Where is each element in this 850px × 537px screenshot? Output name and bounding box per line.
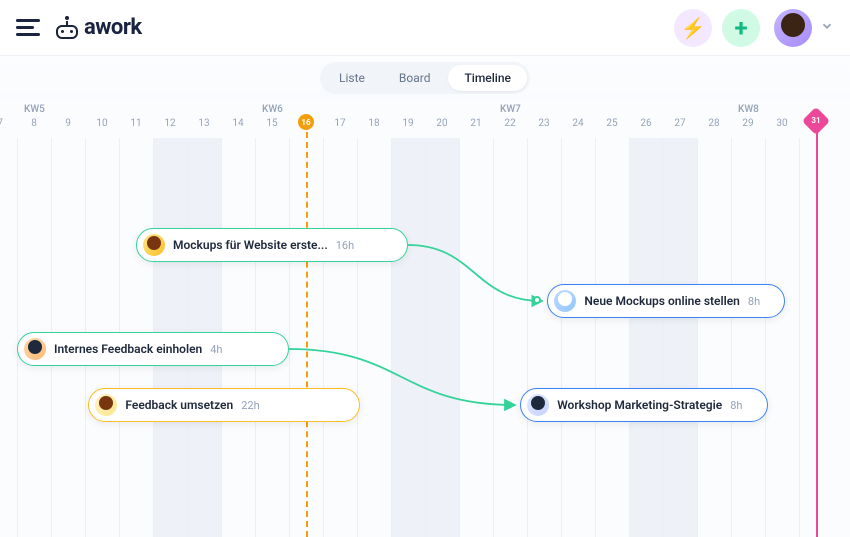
task-card[interactable]: Feedback umsetzen 22h xyxy=(88,388,360,422)
week-label: KW6 xyxy=(262,104,283,115)
task-card[interactable]: Mockups für Website erste... 16h xyxy=(136,228,408,262)
task-card[interactable]: Internes Feedback einholen 4h xyxy=(17,332,289,366)
robot-icon xyxy=(56,16,78,39)
task-card[interactable]: Neue Mockups online stellen 8h xyxy=(547,284,785,318)
task-title: Feedback umsetzen xyxy=(125,398,233,412)
tab-list[interactable]: Liste xyxy=(323,65,381,91)
menu-button[interactable] xyxy=(16,14,44,42)
assignee-avatar xyxy=(527,394,549,416)
timeline-column xyxy=(391,138,425,537)
brand-name: awork xyxy=(84,15,142,40)
day-label: 11 xyxy=(119,118,153,129)
day-label: 8 xyxy=(17,118,51,129)
day-label: 10 xyxy=(85,118,119,129)
timeline-column xyxy=(527,138,561,537)
timeline-column xyxy=(595,138,629,537)
timeline-ruler: KW5 KW6 KW7 KW8 789101112131415 16 1718192021… xyxy=(0,100,850,140)
plus-icon: + xyxy=(734,14,747,42)
timeline-column xyxy=(561,138,595,537)
task-title: Internes Feedback einholen xyxy=(54,342,202,356)
quick-action-button[interactable]: ⚡ xyxy=(674,9,712,47)
timeline-column xyxy=(697,138,731,537)
day-label: 22 xyxy=(493,118,527,129)
timeline-canvas[interactable]: KW5 KW6 KW7 KW8 789101112131415 16 1718192021… xyxy=(0,100,850,537)
timeline-column xyxy=(0,138,17,537)
timeline-column xyxy=(731,138,765,537)
view-tabs: Liste Board Timeline xyxy=(320,62,530,94)
day-label: 23 xyxy=(527,118,561,129)
today-marker: 16 xyxy=(298,114,314,130)
timeline-column xyxy=(765,138,799,537)
day-label: 12 xyxy=(153,118,187,129)
task-hours: 22h xyxy=(241,399,259,412)
milestone-marker[interactable]: 31 xyxy=(802,107,830,135)
add-button[interactable]: + xyxy=(722,9,760,47)
timeline-column xyxy=(357,138,391,537)
task-title: Mockups für Website erste... xyxy=(173,238,328,252)
week-label: KW7 xyxy=(500,104,521,115)
day-label: 28 xyxy=(697,118,731,129)
day-label: 7 xyxy=(0,118,17,129)
task-hours: 8h xyxy=(748,295,760,308)
day-label: 25 xyxy=(595,118,629,129)
week-label: KW8 xyxy=(738,104,759,115)
day-label: 14 xyxy=(221,118,255,129)
assignee-avatar xyxy=(554,290,576,312)
task-hours: 8h xyxy=(730,399,742,412)
day-label: 15 xyxy=(255,118,289,129)
day-label: 24 xyxy=(561,118,595,129)
timeline-column xyxy=(425,138,459,537)
tab-board[interactable]: Board xyxy=(383,65,447,91)
task-hours: 16h xyxy=(336,239,354,252)
week-label: KW5 xyxy=(24,104,45,115)
timeline-column xyxy=(663,138,697,537)
bolt-icon: ⚡ xyxy=(681,16,706,40)
assignee-avatar xyxy=(24,338,46,360)
assignee-avatar xyxy=(143,234,165,256)
task-hours: 4h xyxy=(210,343,222,356)
day-label: 29 xyxy=(731,118,765,129)
day-label: 19 xyxy=(391,118,425,129)
timeline-column xyxy=(459,138,493,537)
task-card[interactable]: Workshop Marketing-Strategie 8h xyxy=(520,388,768,422)
timeline-column xyxy=(493,138,527,537)
assignee-avatar xyxy=(95,394,117,416)
timeline-column xyxy=(323,138,357,537)
day-label: 27 xyxy=(663,118,697,129)
chevron-down-icon[interactable] xyxy=(820,18,834,37)
day-label: 18 xyxy=(357,118,391,129)
day-label: 21 xyxy=(459,118,493,129)
day-label: 17 xyxy=(323,118,357,129)
day-label: 26 xyxy=(629,118,663,129)
day-label: 13 xyxy=(187,118,221,129)
day-label: 30 xyxy=(765,118,799,129)
user-avatar[interactable] xyxy=(774,9,812,47)
tab-timeline[interactable]: Timeline xyxy=(448,65,526,91)
timeline-column xyxy=(629,138,663,537)
task-title: Neue Mockups online stellen xyxy=(584,294,740,308)
day-label: 20 xyxy=(425,118,459,129)
task-title: Workshop Marketing-Strategie xyxy=(557,398,722,412)
day-label: 9 xyxy=(51,118,85,129)
brand-logo[interactable]: awork xyxy=(56,15,142,40)
